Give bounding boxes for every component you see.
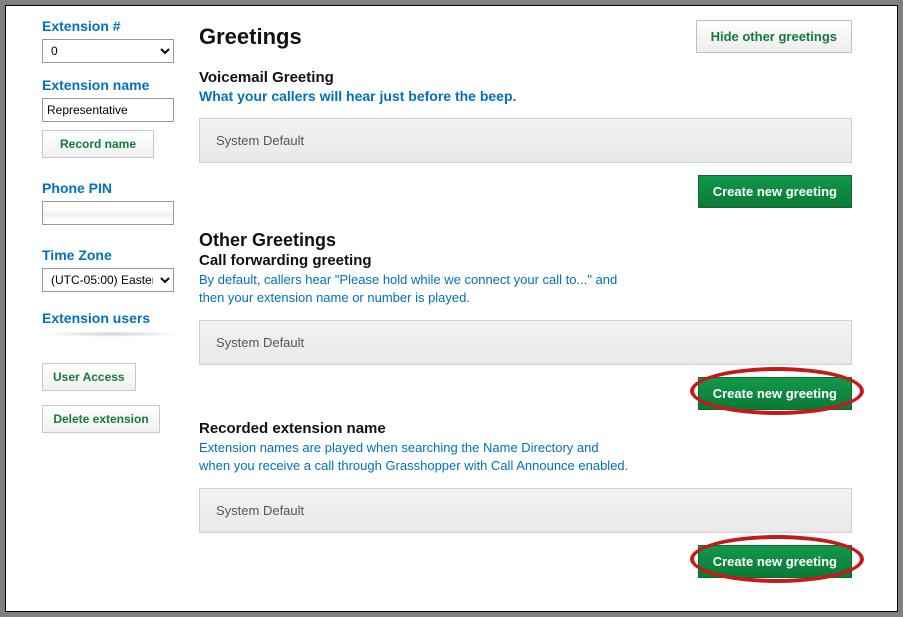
create-voicemail-greeting-button[interactable]: Create new greeting <box>698 175 852 208</box>
divider <box>42 331 181 337</box>
recorded-extension-description: Extension names are played when searchin… <box>199 439 629 474</box>
extension-number-select[interactable]: 0 <box>42 39 174 63</box>
settings-window: Extension # 0 Extension name Record name… <box>5 5 898 612</box>
user-access-button[interactable]: User Access <box>42 363 136 391</box>
extension-name-input[interactable] <box>42 98 174 122</box>
extension-number-label: Extension # <box>42 18 181 34</box>
voicemail-greeting-box: System Default <box>199 118 852 163</box>
create-recorded-extension-greeting-button[interactable]: Create new greeting <box>698 545 852 578</box>
extension-name-label: Extension name <box>42 77 181 93</box>
call-forwarding-description: By default, callers hear "Please hold wh… <box>199 271 629 306</box>
extension-users-label: Extension users <box>42 310 181 326</box>
phone-pin-input[interactable] <box>42 201 174 225</box>
phone-pin-label: Phone PIN <box>42 180 181 196</box>
call-forwarding-greeting-box: System Default <box>199 320 852 365</box>
timezone-select[interactable]: (UTC-05:00) Easter <box>42 268 174 292</box>
create-call-forwarding-greeting-button[interactable]: Create new greeting <box>698 377 852 410</box>
hide-other-greetings-button[interactable]: Hide other greetings <box>696 20 852 53</box>
voicemail-subtitle: What your callers will hear just before … <box>199 88 852 104</box>
page-title: Greetings <box>199 24 302 50</box>
timezone-label: Time Zone <box>42 247 181 263</box>
main-content: Greetings Hide other greetings Voicemail… <box>191 6 897 611</box>
recorded-extension-greeting-box: System Default <box>199 488 852 533</box>
recorded-extension-heading: Recorded extension name <box>199 420 852 437</box>
voicemail-greeting-heading: Voicemail Greeting <box>199 69 852 86</box>
sidebar: Extension # 0 Extension name Record name… <box>6 6 191 611</box>
other-greetings-heading: Other Greetings <box>199 230 852 251</box>
call-forwarding-heading: Call forwarding greeting <box>199 252 852 269</box>
delete-extension-button[interactable]: Delete extension <box>42 405 160 433</box>
record-name-button[interactable]: Record name <box>42 130 154 158</box>
